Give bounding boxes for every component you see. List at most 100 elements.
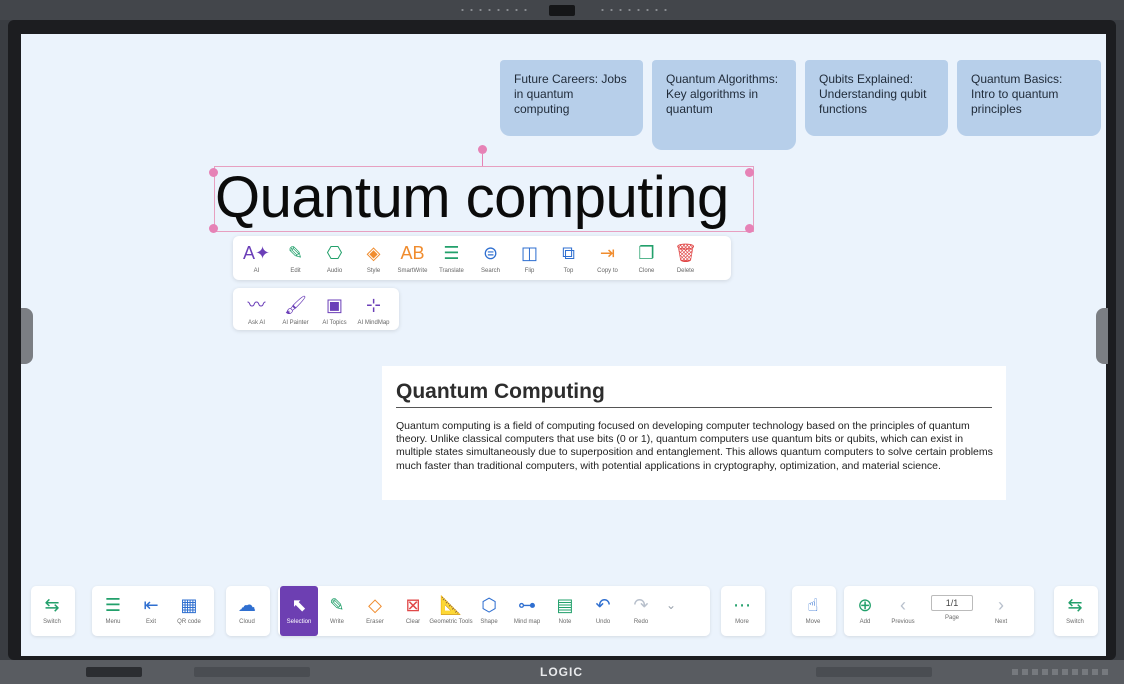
flip-button[interactable]: ◫ Flip xyxy=(510,236,549,280)
ai-painter-button[interactable]: 🖌 AI Painter xyxy=(276,288,315,330)
switch-right-dock: ⇆ Switch xyxy=(1054,586,1098,636)
top-label: Top xyxy=(563,268,574,274)
translate-icon: ☰ xyxy=(443,243,460,263)
mind-map-icon: ⊶ xyxy=(518,595,536,615)
copy-to-button[interactable]: ⇥ Copy to xyxy=(588,236,627,280)
menu-dock: ☰ Menu ⇤ Exit ▦ QR code xyxy=(92,586,214,636)
smartwrite-button[interactable]: AB SmartWrite xyxy=(393,236,432,280)
chevron-down-icon: ⌄ xyxy=(665,598,677,612)
ai-text-icon: A✦ xyxy=(242,243,271,263)
ai-mindmap-button[interactable]: ⊹ AI MindMap xyxy=(354,288,393,330)
eraser-button[interactable]: ◇ Eraser xyxy=(356,586,394,636)
ai-text-label: AI xyxy=(253,268,260,274)
clone-button[interactable]: ❐ Clone xyxy=(627,236,666,280)
switch-right-button[interactable]: ⇆ Switch xyxy=(1056,586,1094,636)
cloud-dock: ☁ Cloud xyxy=(226,586,270,636)
note-qubits-explained[interactable]: Qubits Explained: Understanding qubit fu… xyxy=(805,60,948,136)
bezel-bottom: LOGIC xyxy=(0,660,1124,684)
whiteboard-canvas[interactable]: Future Careers: Jobs in quantum computin… xyxy=(21,34,1106,656)
menu-label: Menu xyxy=(105,619,121,625)
ai-topics-icon: ▣ xyxy=(325,295,343,315)
translate-label: Translate xyxy=(439,268,464,274)
resize-handle-top-right[interactable] xyxy=(745,168,754,177)
write-button[interactable]: ✎ Write xyxy=(318,586,356,636)
side-panel-handle-left[interactable] xyxy=(21,308,33,364)
audio-icon: ⎔ xyxy=(326,243,343,263)
ai-topics-button[interactable]: ▣ AI Topics xyxy=(315,288,354,330)
eraser-icon: ◇ xyxy=(368,595,382,615)
flip-label: Flip xyxy=(524,268,535,274)
mind-map-button[interactable]: ⊶ Mind map xyxy=(508,586,546,636)
text-card[interactable]: Quantum Computing Quantum computing is a… xyxy=(382,366,1006,500)
selected-text-box[interactable]: Quantum computing xyxy=(214,165,754,232)
selection-icon: ⬉ xyxy=(291,595,307,615)
menu-button[interactable]: ☰ Menu xyxy=(94,586,132,636)
card-divider xyxy=(396,407,992,408)
undo-button[interactable]: ↶ Undo xyxy=(584,586,622,636)
geometric-tools-label: Geometric Tools xyxy=(429,619,473,625)
clear-button[interactable]: ⊠ Clear xyxy=(394,586,432,636)
ai-mindmap-icon: ⊹ xyxy=(365,295,382,315)
geometric-tools-button[interactable]: 📐 Geometric Tools xyxy=(429,586,473,636)
page-label: Page xyxy=(944,615,959,621)
style-label: Style xyxy=(366,268,381,274)
move-button[interactable]: ☝ Move xyxy=(794,586,832,636)
selection-label: Selection xyxy=(286,619,312,625)
add-page-button[interactable]: ⊕ Add xyxy=(846,586,884,636)
move-hand-icon: ☝ xyxy=(807,595,819,615)
next-page-button[interactable]: › Next xyxy=(982,586,1020,636)
clone-icon: ❐ xyxy=(638,243,655,263)
exit-label: Exit xyxy=(145,619,156,625)
search-button[interactable]: ⊜ Search xyxy=(471,236,510,280)
resize-handle-top-left[interactable] xyxy=(209,168,218,177)
qr-code-button[interactable]: ▦ QR code xyxy=(170,586,208,636)
style-button[interactable]: ◈ Style xyxy=(354,236,393,280)
add-page-label: Add xyxy=(859,619,871,625)
sensor-dots xyxy=(598,9,668,11)
resize-handle-bottom-left[interactable] xyxy=(209,224,218,233)
audio-button[interactable]: ⎔ Audio xyxy=(315,236,354,280)
resize-handle-bottom-right[interactable] xyxy=(745,224,754,233)
redo-button[interactable]: ↷ Redo xyxy=(622,586,660,636)
more-button[interactable]: ⋯ More xyxy=(723,586,761,636)
qr-code-label: QR code xyxy=(177,619,201,625)
page-indicator[interactable]: 1/1 Page xyxy=(922,586,982,636)
translate-button[interactable]: ☰ Translate xyxy=(432,236,471,280)
switch-left-button[interactable]: ⇆ Switch xyxy=(33,586,71,636)
cloud-button[interactable]: ☁ Cloud xyxy=(228,586,266,636)
note-button[interactable]: ▤ Note xyxy=(546,586,584,636)
exit-button[interactable]: ⇤ Exit xyxy=(132,586,170,636)
move-dock: ☝ Move xyxy=(792,586,836,636)
rotate-handle[interactable] xyxy=(478,145,487,154)
search-icon: ⊜ xyxy=(482,243,499,263)
next-label: Next xyxy=(994,619,1008,625)
expand-tools-button[interactable]: ⌄ xyxy=(660,586,682,636)
note-quantum-algorithms[interactable]: Quantum Algorithms: Key algorithms in qu… xyxy=(652,60,796,150)
note-text: Quantum Basics: Intro to quantum princip… xyxy=(971,72,1063,116)
side-panel-handle-right[interactable] xyxy=(1096,308,1108,364)
exit-icon: ⇤ xyxy=(143,595,159,615)
write-label: Write xyxy=(330,619,344,625)
shape-label: Shape xyxy=(480,619,498,625)
previous-page-button[interactable]: ‹ Previous xyxy=(884,586,922,636)
ai-topics-label: AI Topics xyxy=(322,320,347,326)
page-number: 1/1 xyxy=(931,595,973,611)
power-button[interactable] xyxy=(86,667,142,677)
edit-button[interactable]: ✎ Edit xyxy=(276,236,315,280)
note-quantum-basics[interactable]: Quantum Basics: Intro to quantum princip… xyxy=(957,60,1101,136)
undo-icon: ↶ xyxy=(595,595,611,615)
note-future-careers[interactable]: Future Careers: Jobs in quantum computin… xyxy=(500,60,643,136)
ai-text-button[interactable]: A✦ AI xyxy=(237,236,276,280)
delete-button[interactable]: 🗑 Delete xyxy=(666,236,705,280)
top-button[interactable]: ⧉ Top xyxy=(549,236,588,280)
shape-button[interactable]: ⬡ Shape xyxy=(470,586,508,636)
search-label: Search xyxy=(480,268,500,274)
switch-icon: ⇆ xyxy=(44,595,60,615)
audio-label: Audio xyxy=(326,268,343,274)
selected-text: Quantum computing xyxy=(215,165,729,230)
ask-ai-button[interactable]: 〰 Ask AI xyxy=(237,288,276,330)
selection-button[interactable]: ⬉ Selection xyxy=(280,586,318,636)
clear-icon: ⊠ xyxy=(405,595,421,615)
ai-mindmap-label: AI MindMap xyxy=(357,320,390,326)
copy-to-label: Copy to xyxy=(597,268,618,274)
